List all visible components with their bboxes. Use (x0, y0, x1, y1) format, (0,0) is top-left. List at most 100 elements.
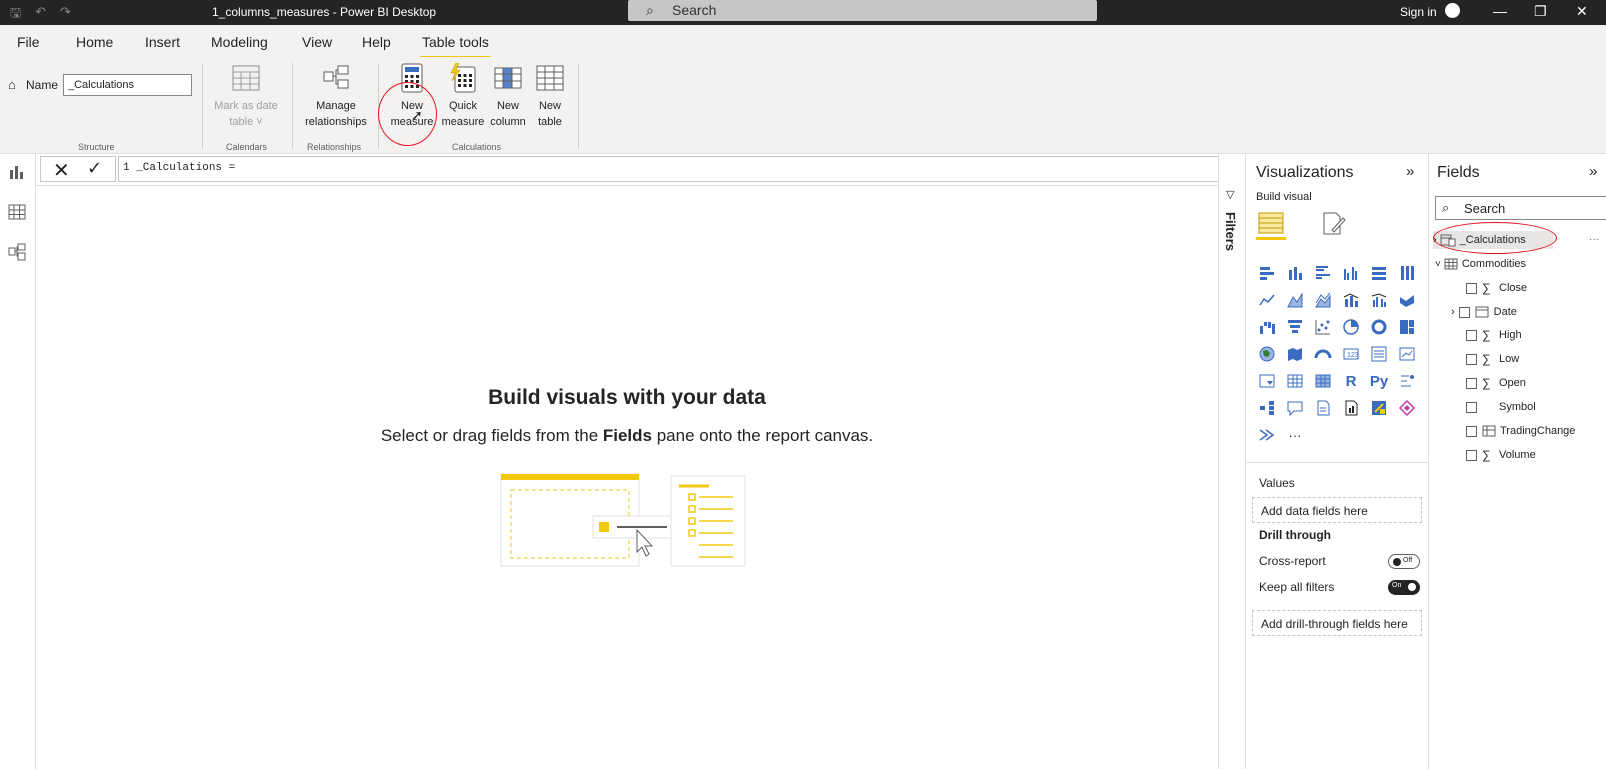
report-view-icon[interactable] (7, 162, 27, 182)
tab-table-tools[interactable]: Table tools (420, 34, 491, 59)
multi-row-card-icon[interactable] (1368, 343, 1390, 365)
mark-as-date-table-button[interactable]: Mark as date table ˅ (208, 63, 284, 130)
tab-insert[interactable]: Insert (145, 34, 180, 50)
power-apps-icon[interactable] (1368, 397, 1390, 419)
model-view-icon[interactable] (7, 242, 27, 262)
format-visual-tab[interactable] (1318, 210, 1348, 240)
field-checkbox[interactable] (1458, 306, 1470, 318)
area-chart-icon[interactable] (1284, 289, 1306, 311)
field-date[interactable]: › Date (1451, 303, 1517, 321)
pie-chart-icon[interactable] (1340, 316, 1362, 338)
field-open[interactable]: ∑ Open (1466, 374, 1526, 392)
100-percent-column-chart-icon[interactable] (1396, 262, 1418, 284)
kpi-icon[interactable] (1396, 343, 1418, 365)
clustered-bar-chart-icon[interactable] (1312, 262, 1334, 284)
more-visuals-icon[interactable]: ··· (1284, 424, 1306, 446)
qa-icon[interactable] (1284, 397, 1306, 419)
arcgis-maps-icon[interactable] (1256, 424, 1278, 446)
title-search-box[interactable]: ⌕ Search (628, 0, 1097, 21)
tab-home[interactable]: Home (76, 34, 113, 50)
report-canvas[interactable]: Build visuals with your data Select or d… (36, 186, 1218, 769)
field-checkbox[interactable] (1466, 353, 1477, 365)
field-high[interactable]: ∑ High (1466, 326, 1522, 344)
tab-modeling[interactable]: Modeling (211, 34, 268, 50)
build-visual-label: Build visual (1256, 191, 1312, 203)
smart-narrative-icon[interactable] (1312, 397, 1334, 419)
cross-report-toggle[interactable]: Off (1388, 554, 1420, 569)
new-column-button[interactable]: New column (487, 63, 529, 130)
filters-pane-collapsed[interactable]: ▽ Filters (1218, 154, 1245, 769)
values-field-well[interactable]: Add data fields here (1252, 497, 1422, 523)
slicer-icon[interactable] (1256, 370, 1278, 392)
field-checkbox[interactable] (1466, 425, 1477, 437)
document-title: 1_columns_measures - Power BI Desktop (212, 5, 437, 19)
matrix-icon[interactable] (1312, 370, 1334, 392)
field-checkbox[interactable] (1466, 449, 1477, 461)
save-icon[interactable]: 🖫 (10, 4, 21, 26)
tab-file[interactable]: File (17, 34, 40, 50)
waterfall-chart-icon[interactable] (1256, 316, 1278, 338)
tab-help[interactable]: Help (362, 34, 391, 50)
treemap-icon[interactable] (1396, 316, 1418, 338)
field-low[interactable]: ∑ Low (1466, 350, 1519, 368)
close-button[interactable]: ✕ (1576, 3, 1588, 20)
sigma-icon: ∑ (1482, 328, 1491, 342)
clustered-column-chart-icon[interactable] (1340, 262, 1362, 284)
field-trading-change[interactable]: TradingChange (1466, 422, 1575, 440)
new-table-button[interactable]: New table (532, 63, 568, 130)
more-options-icon[interactable]: ··· (1589, 234, 1599, 245)
field-checkbox[interactable] (1466, 329, 1477, 341)
undo-icon[interactable]: ↶ (35, 4, 46, 26)
data-view-icon[interactable] (7, 202, 27, 222)
quick-measure-button[interactable]: Quick measure (440, 63, 486, 130)
manage-relationships-button[interactable]: Manage relationships (300, 63, 372, 130)
build-visual-tab[interactable] (1256, 210, 1286, 240)
collapse-chevron-icon[interactable]: » (1406, 163, 1414, 180)
scatter-chart-icon[interactable] (1312, 316, 1334, 338)
avatar[interactable] (1445, 3, 1460, 18)
sign-in-link[interactable]: Sign in (1400, 5, 1437, 19)
field-checkbox[interactable] (1466, 282, 1477, 294)
stacked-bar-chart-icon[interactable] (1256, 262, 1278, 284)
stacked-area-chart-icon[interactable] (1312, 289, 1334, 311)
sigma-icon: ∑ (1482, 376, 1491, 390)
line-and-stacked-column-chart-icon[interactable] (1340, 289, 1362, 311)
python-visual-icon[interactable]: Py (1368, 370, 1390, 392)
commit-formula-icon[interactable]: ✓ (87, 158, 102, 179)
power-automate-icon[interactable] (1396, 397, 1418, 419)
decomposition-tree-icon[interactable] (1256, 397, 1278, 419)
r-script-visual-icon[interactable]: R (1340, 370, 1362, 392)
key-influencers-icon[interactable] (1396, 370, 1418, 392)
redo-icon[interactable]: ↷ (60, 4, 71, 26)
paginated-report-icon[interactable] (1340, 397, 1362, 419)
field-checkbox[interactable] (1466, 377, 1477, 389)
formula-input[interactable]: 1 _Calculations = (118, 156, 1243, 182)
field-symbol[interactable]: Symbol (1466, 398, 1536, 416)
donut-chart-icon[interactable] (1368, 316, 1390, 338)
table-name-input[interactable] (63, 74, 192, 96)
keep-all-filters-toggle[interactable]: On (1388, 580, 1420, 595)
map-icon[interactable] (1256, 343, 1278, 365)
card-icon[interactable]: 123 (1340, 343, 1362, 365)
field-close[interactable]: ∑ Close (1466, 279, 1527, 297)
ribbon-chart-icon[interactable] (1396, 289, 1418, 311)
restore-button[interactable]: ❐ (1534, 3, 1547, 20)
funnel-chart-icon[interactable] (1284, 316, 1306, 338)
field-checkbox[interactable] (1466, 401, 1477, 413)
table-visual-icon[interactable] (1284, 370, 1306, 392)
collapse-chevron-icon[interactable]: » (1589, 163, 1597, 180)
field-volume[interactable]: ∑ Volume (1466, 446, 1536, 464)
gauge-icon[interactable] (1312, 343, 1334, 365)
line-and-clustered-column-chart-icon[interactable] (1368, 289, 1390, 311)
cancel-formula-icon[interactable]: ✕ (53, 158, 70, 183)
line-chart-icon[interactable] (1256, 289, 1278, 311)
field-table-commodities[interactable]: ˅ Commodities (1435, 255, 1526, 273)
drill-through-field-well[interactable]: Add drill-through fields here (1252, 610, 1422, 636)
fields-search-input[interactable]: ⌕ Search (1435, 196, 1606, 220)
stacked-column-chart-icon[interactable] (1284, 262, 1306, 284)
filled-map-icon[interactable] (1284, 343, 1306, 365)
minimize-button[interactable]: — (1493, 3, 1507, 19)
tab-view[interactable]: View (302, 34, 332, 50)
100-percent-bar-chart-icon[interactable] (1368, 262, 1390, 284)
field-name: Low (1499, 353, 1520, 365)
